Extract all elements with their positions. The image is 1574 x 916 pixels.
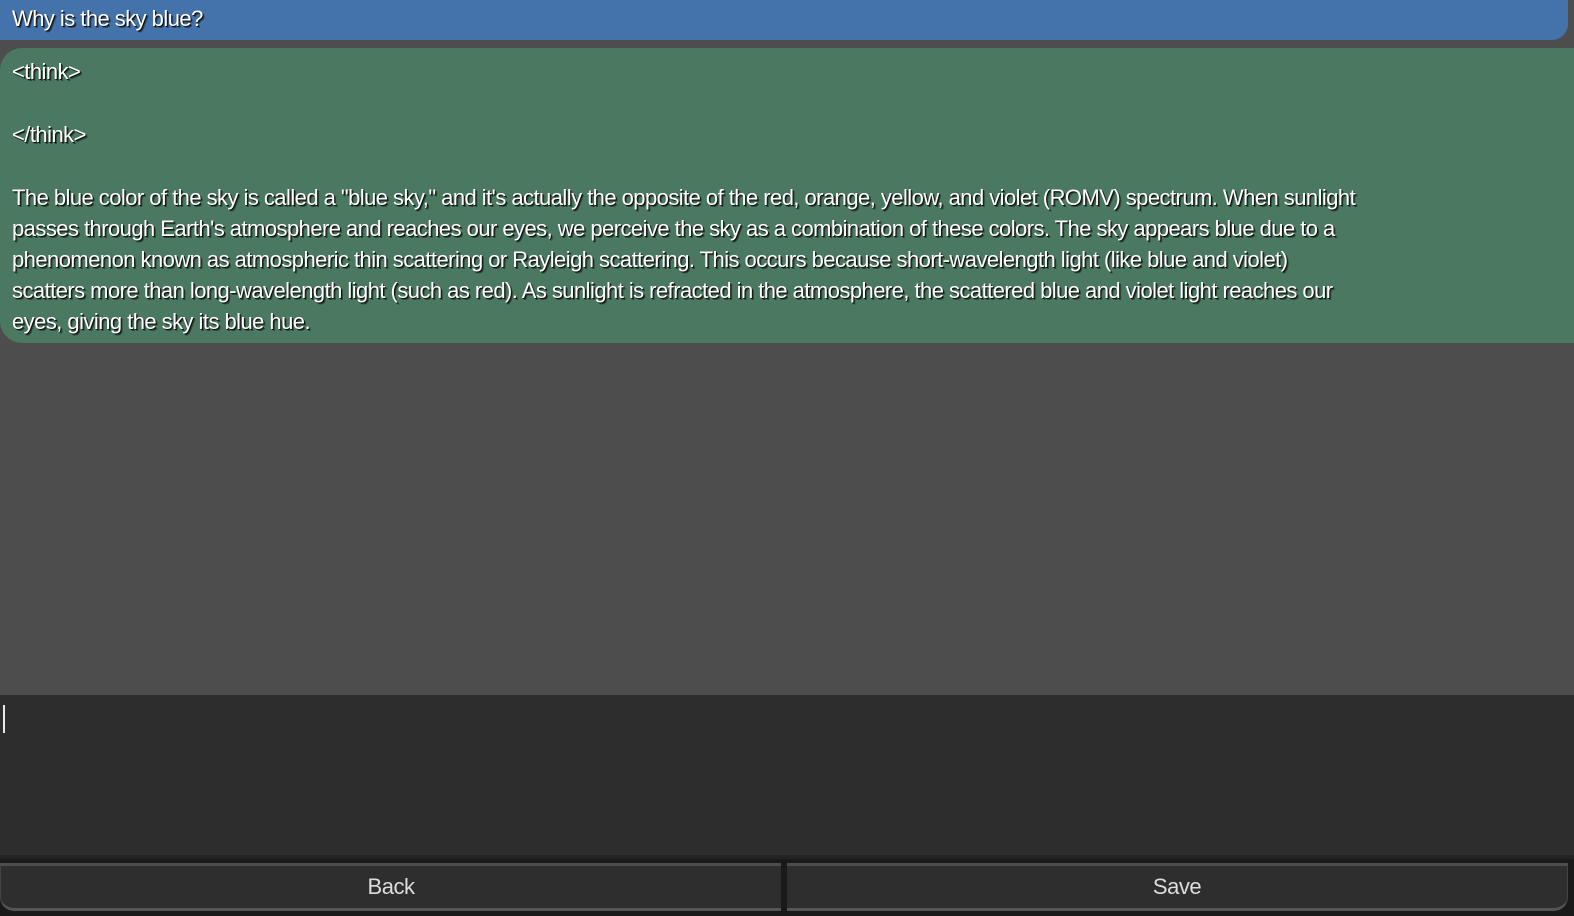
button-bar: Back Save: [0, 859, 1574, 916]
message-input[interactable]: [0, 695, 1574, 855]
response-line: eyes, giving the sky its blue hue.: [12, 309, 311, 334]
save-button[interactable]: Save: [787, 863, 1568, 911]
response-line: scatters more than long-wavelength light…: [12, 278, 1333, 303]
think-open-tag: <think>: [12, 59, 81, 84]
back-button[interactable]: Back: [0, 863, 781, 911]
user-message-text: Why is the sky blue?: [12, 6, 203, 31]
assistant-message-bubble: <think> </think> The blue color of the s…: [0, 48, 1574, 343]
response-line: The blue color of the sky is called a "b…: [12, 185, 1356, 210]
think-close-tag: </think>: [12, 122, 86, 147]
text-caret: [3, 705, 5, 733]
response-line: phenomenon known as atmospheric thin sca…: [12, 247, 1288, 272]
response-line: passes through Earth's atmosphere and re…: [12, 216, 1335, 241]
user-message-bubble: Why is the sky blue?: [0, 0, 1568, 40]
